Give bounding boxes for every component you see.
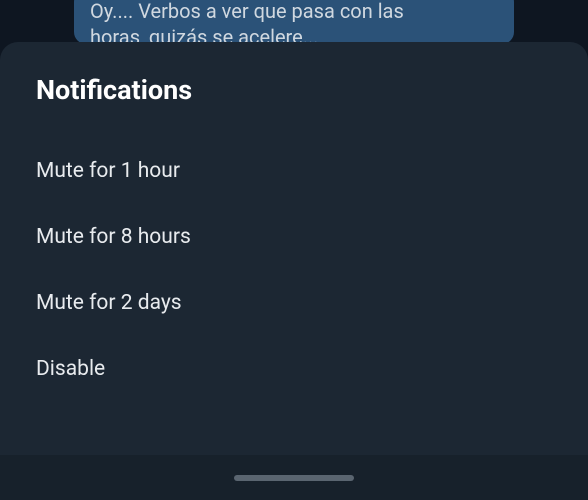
chat-message-bubble: Oy.... Verbos a ver que pasa con las hor… [74,0,514,44]
menu-item-label: Disable [36,357,105,381]
sheet-title: Notifications [36,74,552,106]
mute-2-days-option[interactable]: Mute for 2 days [36,270,552,336]
chat-message-line1: Oy.... Verbos a ver que pasa con las [90,0,404,23]
nav-handle[interactable] [234,475,354,481]
mute-8-hours-option[interactable]: Mute for 8 hours [36,204,552,270]
menu-item-label: Mute for 1 hour [36,159,180,183]
menu-item-label: Mute for 8 hours [36,225,191,249]
disable-option[interactable]: Disable [36,336,552,402]
menu-item-label: Mute for 2 days [36,291,182,315]
notifications-bottom-sheet: Notifications Mute for 1 hour Mute for 8… [0,42,588,455]
mute-1-hour-option[interactable]: Mute for 1 hour [36,138,552,204]
navigation-bar [0,455,588,500]
menu-list: Mute for 1 hour Mute for 8 hours Mute fo… [36,138,552,402]
